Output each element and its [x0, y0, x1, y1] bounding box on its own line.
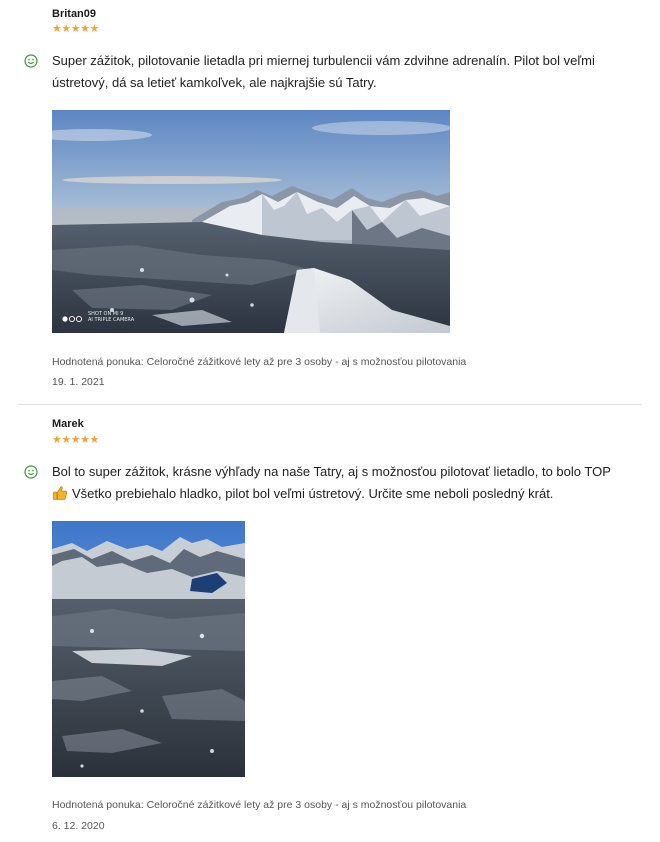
thumbs-up-icon: [53, 486, 68, 500]
review-text-line-1: Bol to super zážitok, krásne výhľady na …: [52, 464, 611, 479]
reviewer-name: Britan09: [52, 8, 97, 20]
smile-icon: [24, 465, 38, 479]
star-rating: ★★★★★: [52, 23, 99, 35]
smile-icon: [24, 54, 38, 68]
photo-watermark: SHOT ON MI 9 AI TRIPLE CAMERA: [88, 311, 134, 323]
watermark-line-2: AI TRIPLE CAMERA: [88, 317, 135, 323]
review-text: Super zážitok, pilotovanie lietadla pri …: [52, 53, 595, 90]
review-date: 6. 12. 2020: [52, 820, 105, 832]
reviewer-name: Marek: [52, 418, 84, 430]
review-text-line-2-text: Všetko prebiehalo hladko, pilot bol veľm…: [72, 486, 554, 501]
review-photo[interactable]: [52, 521, 245, 777]
review-text-line-2: Všetko prebiehalo hladko, pilot bol veľm…: [52, 483, 642, 505]
review-1: Britan09 ★★★★★ Super zážitok, pilotovani…: [0, 0, 660, 404]
rated-offer: Hodnotená ponuka: Celoročné zážitkové le…: [52, 799, 467, 811]
review-date: 19. 1. 2021: [52, 376, 105, 388]
review-divider: [18, 404, 642, 405]
rated-offer: Hodnotená ponuka: Celoročné zážitkové le…: [52, 356, 467, 368]
camera-dots-icon: [62, 315, 83, 323]
star-rating: ★★★★★: [52, 434, 99, 446]
review-photo[interactable]: [52, 110, 450, 333]
review-text: Bol to super zážitok, krásne výhľady na …: [52, 461, 642, 505]
